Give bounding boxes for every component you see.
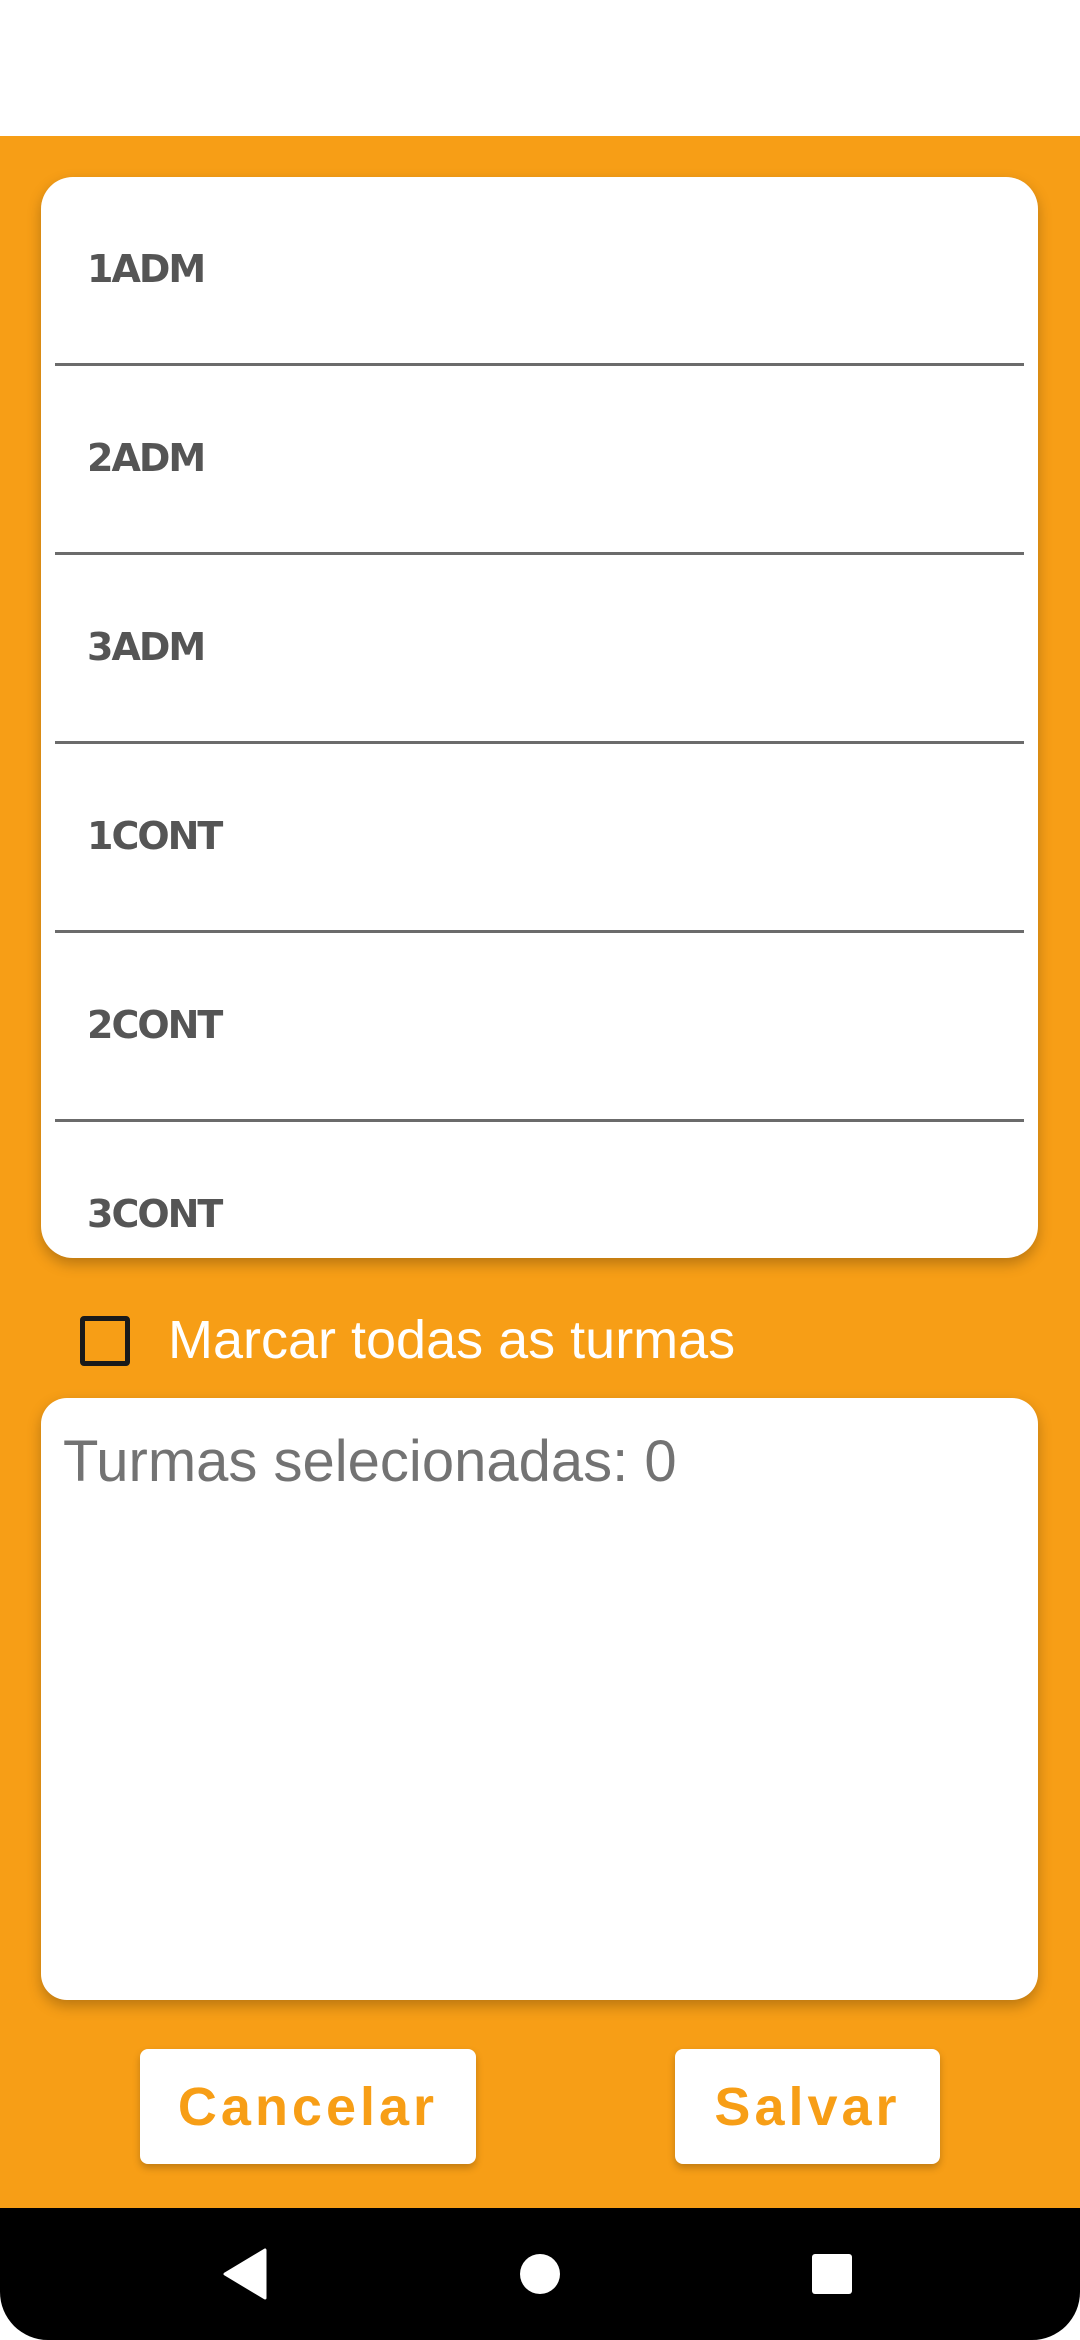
save-button[interactable]: Salvar xyxy=(675,2049,940,2164)
list-item[interactable]: 3CONT xyxy=(55,1122,1024,1258)
list-item-label: 3ADM xyxy=(87,625,206,669)
list-item-label: 2CONT xyxy=(87,1003,223,1047)
main-content: 1ADM 2ADM 3ADM 1CONT 2CONT 3CONT Marcar … xyxy=(0,136,1080,2208)
select-all-checkbox[interactable] xyxy=(80,1316,130,1366)
select-all-label[interactable]: Marcar todas as turmas xyxy=(168,1310,735,1370)
list-item[interactable]: 2ADM xyxy=(55,366,1024,555)
recents-icon[interactable] xyxy=(787,2208,877,2340)
class-list[interactable]: 1ADM 2ADM 3ADM 1CONT 2CONT 3CONT xyxy=(41,177,1038,1258)
cancel-button[interactable]: Cancelar xyxy=(140,2049,476,2164)
navigation-bar xyxy=(0,2208,1080,2340)
list-item-label: 1CONT xyxy=(87,814,223,858)
list-item[interactable]: 1CONT xyxy=(55,744,1024,933)
status-bar xyxy=(0,0,1080,136)
list-item[interactable]: 2CONT xyxy=(55,933,1024,1122)
list-item[interactable]: 3ADM xyxy=(55,555,1024,744)
home-icon[interactable] xyxy=(495,2208,585,2340)
list-item-label: 1ADM xyxy=(87,247,206,291)
list-item-label: 3CONT xyxy=(87,1192,223,1236)
select-all-row[interactable]: Marcar todas as turmas xyxy=(0,1284,1080,1394)
list-item-label: 2ADM xyxy=(87,436,206,480)
back-icon[interactable] xyxy=(200,2208,290,2340)
list-item[interactable]: 1ADM xyxy=(55,177,1024,366)
selected-classes-panel: Turmas selecionadas: 0 xyxy=(41,1398,1038,2000)
selected-count-text: Turmas selecionadas: 0 xyxy=(63,1429,677,1494)
